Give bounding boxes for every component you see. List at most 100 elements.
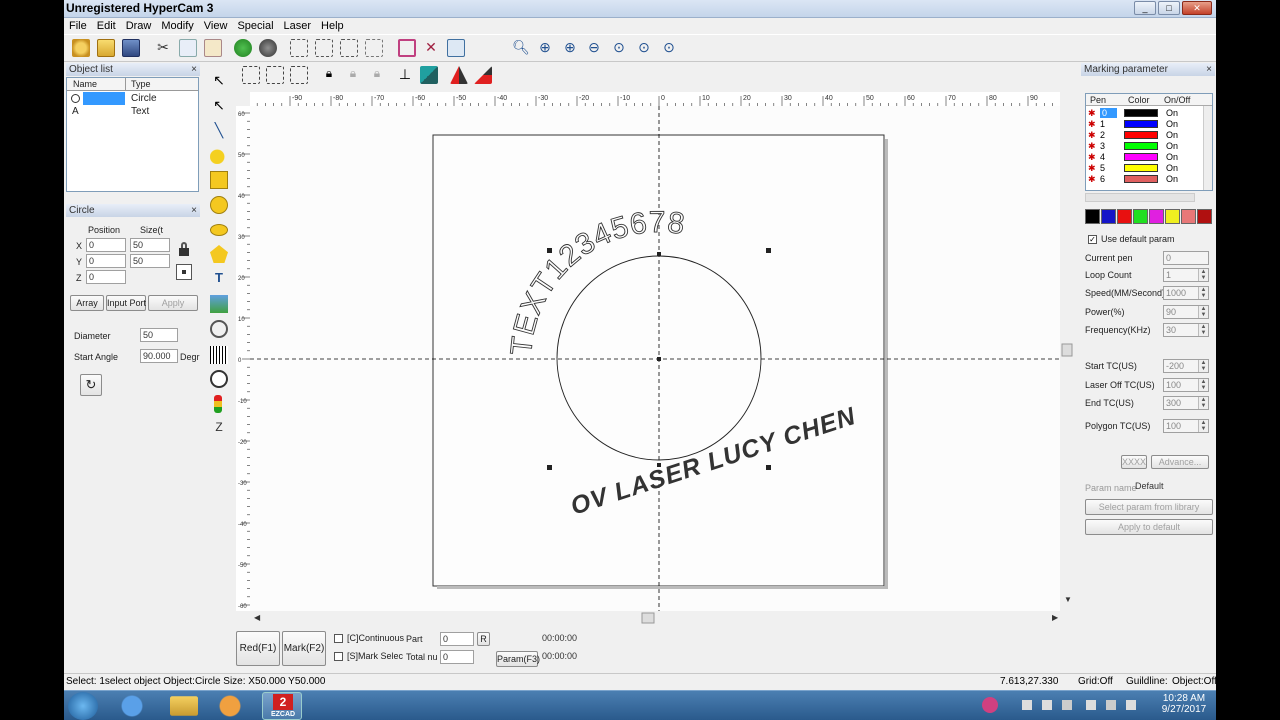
pen-color-swatch[interactable] (1124, 153, 1158, 161)
pos-y-input[interactable]: 0 (86, 254, 126, 268)
palette-swatch[interactable] (1181, 209, 1196, 224)
undo-icon[interactable] (234, 39, 252, 57)
open-folder-icon[interactable] (97, 39, 115, 57)
palette-swatch[interactable] (1117, 209, 1132, 224)
col-name[interactable]: Name (73, 79, 97, 89)
layers-icon[interactable] (420, 66, 438, 84)
cut-icon[interactable]: ✂ (154, 39, 172, 57)
tray-display-icon[interactable] (1042, 700, 1052, 710)
clock[interactable]: 10:28 AM 9/27/2017 (1156, 693, 1212, 715)
size-h-input[interactable]: 50 (130, 254, 170, 268)
group-icon[interactable] (242, 66, 260, 84)
palette-swatch[interactable] (1085, 209, 1100, 224)
zoom-in-icon[interactable]: ⊕ (536, 39, 554, 57)
pen-row[interactable]: ✱ 2 On (1086, 130, 1202, 141)
horizontal-scroll-thumb[interactable] (641, 612, 655, 624)
scroll-down-arrow[interactable]: ▼ (1064, 595, 1072, 604)
palette-swatch[interactable] (1101, 209, 1116, 224)
pen-state[interactable]: On (1166, 130, 1178, 140)
apply-default-button[interactable]: Apply to default (1085, 519, 1213, 535)
new-file-icon[interactable] (72, 39, 90, 57)
timer-icon[interactable] (210, 370, 228, 388)
extend-axis-icon[interactable]: Z (210, 420, 228, 438)
reset-part-button[interactable]: R (477, 632, 490, 646)
use-default-checkbox[interactable]: ✓ (1088, 235, 1097, 244)
pen-state[interactable]: On (1166, 152, 1178, 162)
vertical-scroll-thumb[interactable] (1061, 343, 1073, 357)
mirror-h-icon[interactable] (450, 66, 468, 84)
pen-color-swatch[interactable] (1124, 131, 1158, 139)
zoom-fit-icon[interactable]: ⊙ (610, 39, 628, 57)
select-all-icon[interactable] (290, 39, 308, 57)
paste-icon[interactable] (204, 39, 222, 57)
polygon-icon[interactable] (210, 245, 228, 263)
align-icon[interactable]: ⊥ (396, 66, 414, 84)
rectangle-icon[interactable] (210, 171, 228, 189)
start-angle-input[interactable]: 90.000 (140, 349, 178, 363)
pen-color-swatch[interactable] (1124, 142, 1158, 150)
size-w-input[interactable]: 50 (130, 238, 170, 252)
pen-color-swatch[interactable] (1124, 164, 1158, 172)
curve-icon[interactable] (210, 146, 228, 164)
palette-swatch[interactable] (1149, 209, 1164, 224)
total-input[interactable]: 0 (440, 650, 474, 664)
save-icon[interactable] (122, 39, 140, 57)
menu-help[interactable]: Help (316, 18, 349, 32)
minimize-button[interactable]: _ (1134, 1, 1156, 15)
param-input[interactable]: 30 ▲ ▼ (1163, 323, 1209, 337)
col-type[interactable]: Type (131, 79, 151, 89)
vector-file-icon[interactable] (210, 320, 228, 338)
tray-volume-icon[interactable] (1126, 700, 1136, 710)
copy-icon[interactable] (179, 39, 197, 57)
object-row-text[interactable]: A Text (67, 105, 198, 118)
spin-icon[interactable]: ▲ ▼ (1198, 269, 1208, 281)
text-tool-icon[interactable]: T (210, 270, 228, 288)
continuous-checkbox[interactable] (334, 634, 343, 643)
pen-state[interactable]: On (1166, 174, 1178, 184)
pen-state[interactable]: On (1166, 163, 1178, 173)
part-input[interactable]: 0 (440, 632, 474, 646)
onoff-column[interactable]: On/Off (1164, 95, 1190, 105)
unlock-all-icon[interactable]: 🔒︎ (368, 66, 386, 84)
menu-laser[interactable]: Laser (279, 18, 317, 32)
apply-button[interactable]: Apply (148, 295, 198, 311)
advance-button[interactable]: Advance... (1151, 455, 1209, 469)
param-input[interactable]: 100 ▲ ▼ (1163, 419, 1209, 433)
spin-icon[interactable]: ▲ ▼ (1198, 360, 1208, 372)
status-guideline[interactable]: Guildline: (1126, 676, 1168, 687)
pen-row[interactable]: ✱ 4 On (1086, 152, 1202, 163)
ie-icon[interactable] (112, 692, 152, 720)
tools-icon[interactable]: ✕ (422, 39, 440, 57)
close-button[interactable]: ✕ (1182, 1, 1212, 15)
menu-draw[interactable]: Draw (121, 18, 157, 32)
pen-row[interactable]: ✱ 6 On (1086, 174, 1202, 185)
tray-network-icon[interactable] (1022, 700, 1032, 710)
tray-monitor-icon[interactable] (1106, 700, 1116, 710)
object-list-table[interactable]: Name Type Circle A Text (66, 77, 199, 192)
zoom-all-icon[interactable]: ⊙ (635, 39, 653, 57)
circle-tool-icon[interactable] (210, 196, 228, 214)
ellipse-icon[interactable] (210, 224, 228, 236)
tray-device-icon[interactable] (1062, 700, 1072, 710)
pos-x-input[interactable]: 0 (86, 238, 126, 252)
pen-state[interactable]: On (1166, 108, 1178, 118)
bitmap-icon[interactable] (210, 295, 228, 313)
pen-color-swatch[interactable] (1124, 175, 1158, 183)
param-input[interactable]: 300 ▲ ▼ (1163, 396, 1209, 410)
spin-icon[interactable]: ▲ ▼ (1198, 306, 1208, 318)
mirror-v-icon[interactable] (474, 66, 492, 84)
red-button[interactable]: Red(F1) (236, 631, 280, 666)
spin-icon[interactable]: ▲ ▼ (1198, 420, 1208, 432)
mark-select-checkbox[interactable] (334, 652, 343, 661)
io-signal-icon[interactable] (214, 395, 222, 413)
scroll-right-arrow[interactable]: ▶ (1052, 613, 1059, 622)
start-button-icon[interactable] (68, 692, 98, 720)
anchor-grid-icon[interactable] (176, 264, 192, 280)
param-input[interactable]: -200 ▲ ▼ (1163, 359, 1209, 373)
pen-row[interactable]: ✱ 0 On (1086, 108, 1202, 119)
unlock-object-icon[interactable]: 🔒︎ (344, 66, 362, 84)
menu-modify[interactable]: Modify (156, 18, 198, 32)
diameter-input[interactable]: 50 (140, 328, 178, 342)
select-group-icon[interactable] (315, 39, 333, 57)
pen-row[interactable]: ✱ 3 On (1086, 141, 1202, 152)
